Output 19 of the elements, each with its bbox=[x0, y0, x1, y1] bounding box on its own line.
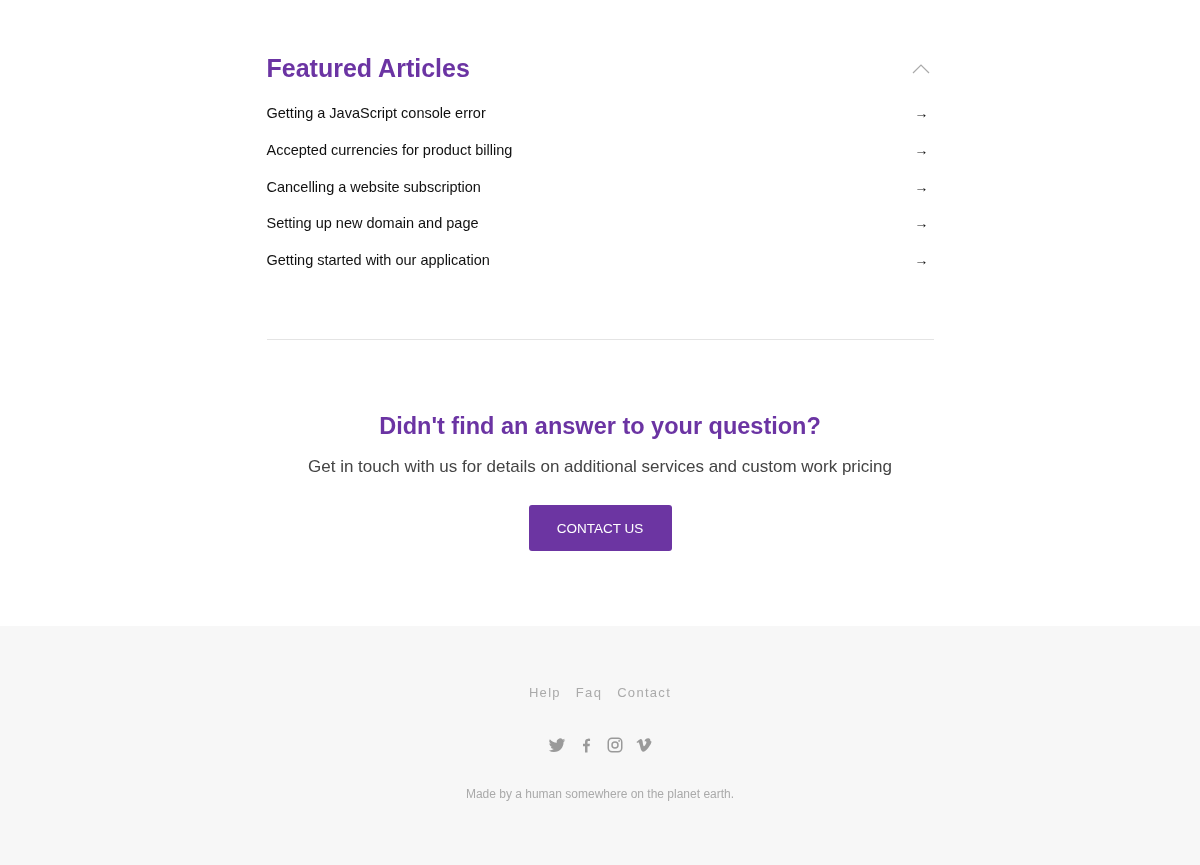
footer-note: Made by a human somewhere on the planet earth. bbox=[465, 787, 735, 801]
cta-heading: Didn't find an answer to your question? bbox=[379, 413, 821, 441]
section-heading: Featured Articles bbox=[266, 54, 470, 83]
arrow-icon: → bbox=[914, 105, 929, 122]
v-logo-icon[interactable] bbox=[634, 736, 653, 754]
cta-text: Get in touch with us for details on additional services and custom work pricing bbox=[308, 457, 892, 478]
arrow-icon: → bbox=[914, 252, 929, 269]
article-link[interactable]: Getting a JavaScript console error bbox=[266, 105, 486, 122]
bird-icon[interactable] bbox=[547, 736, 566, 754]
arrow-icon: → bbox=[914, 178, 929, 195]
article-link[interactable]: Getting started with our application bbox=[266, 252, 490, 269]
arrow-icon: → bbox=[914, 215, 929, 232]
article-link[interactable]: Cancelling a website subscription bbox=[266, 178, 481, 195]
contact-button[interactable]: CONTACT US bbox=[528, 505, 672, 552]
chevron-icon[interactable] bbox=[911, 63, 930, 74]
article-link[interactable]: Setting up new domain and page bbox=[266, 215, 479, 232]
camera-icon[interactable] bbox=[605, 736, 624, 754]
article-link[interactable]: Accepted currencies for product billing bbox=[266, 142, 513, 159]
arrow-icon: → bbox=[914, 142, 929, 159]
